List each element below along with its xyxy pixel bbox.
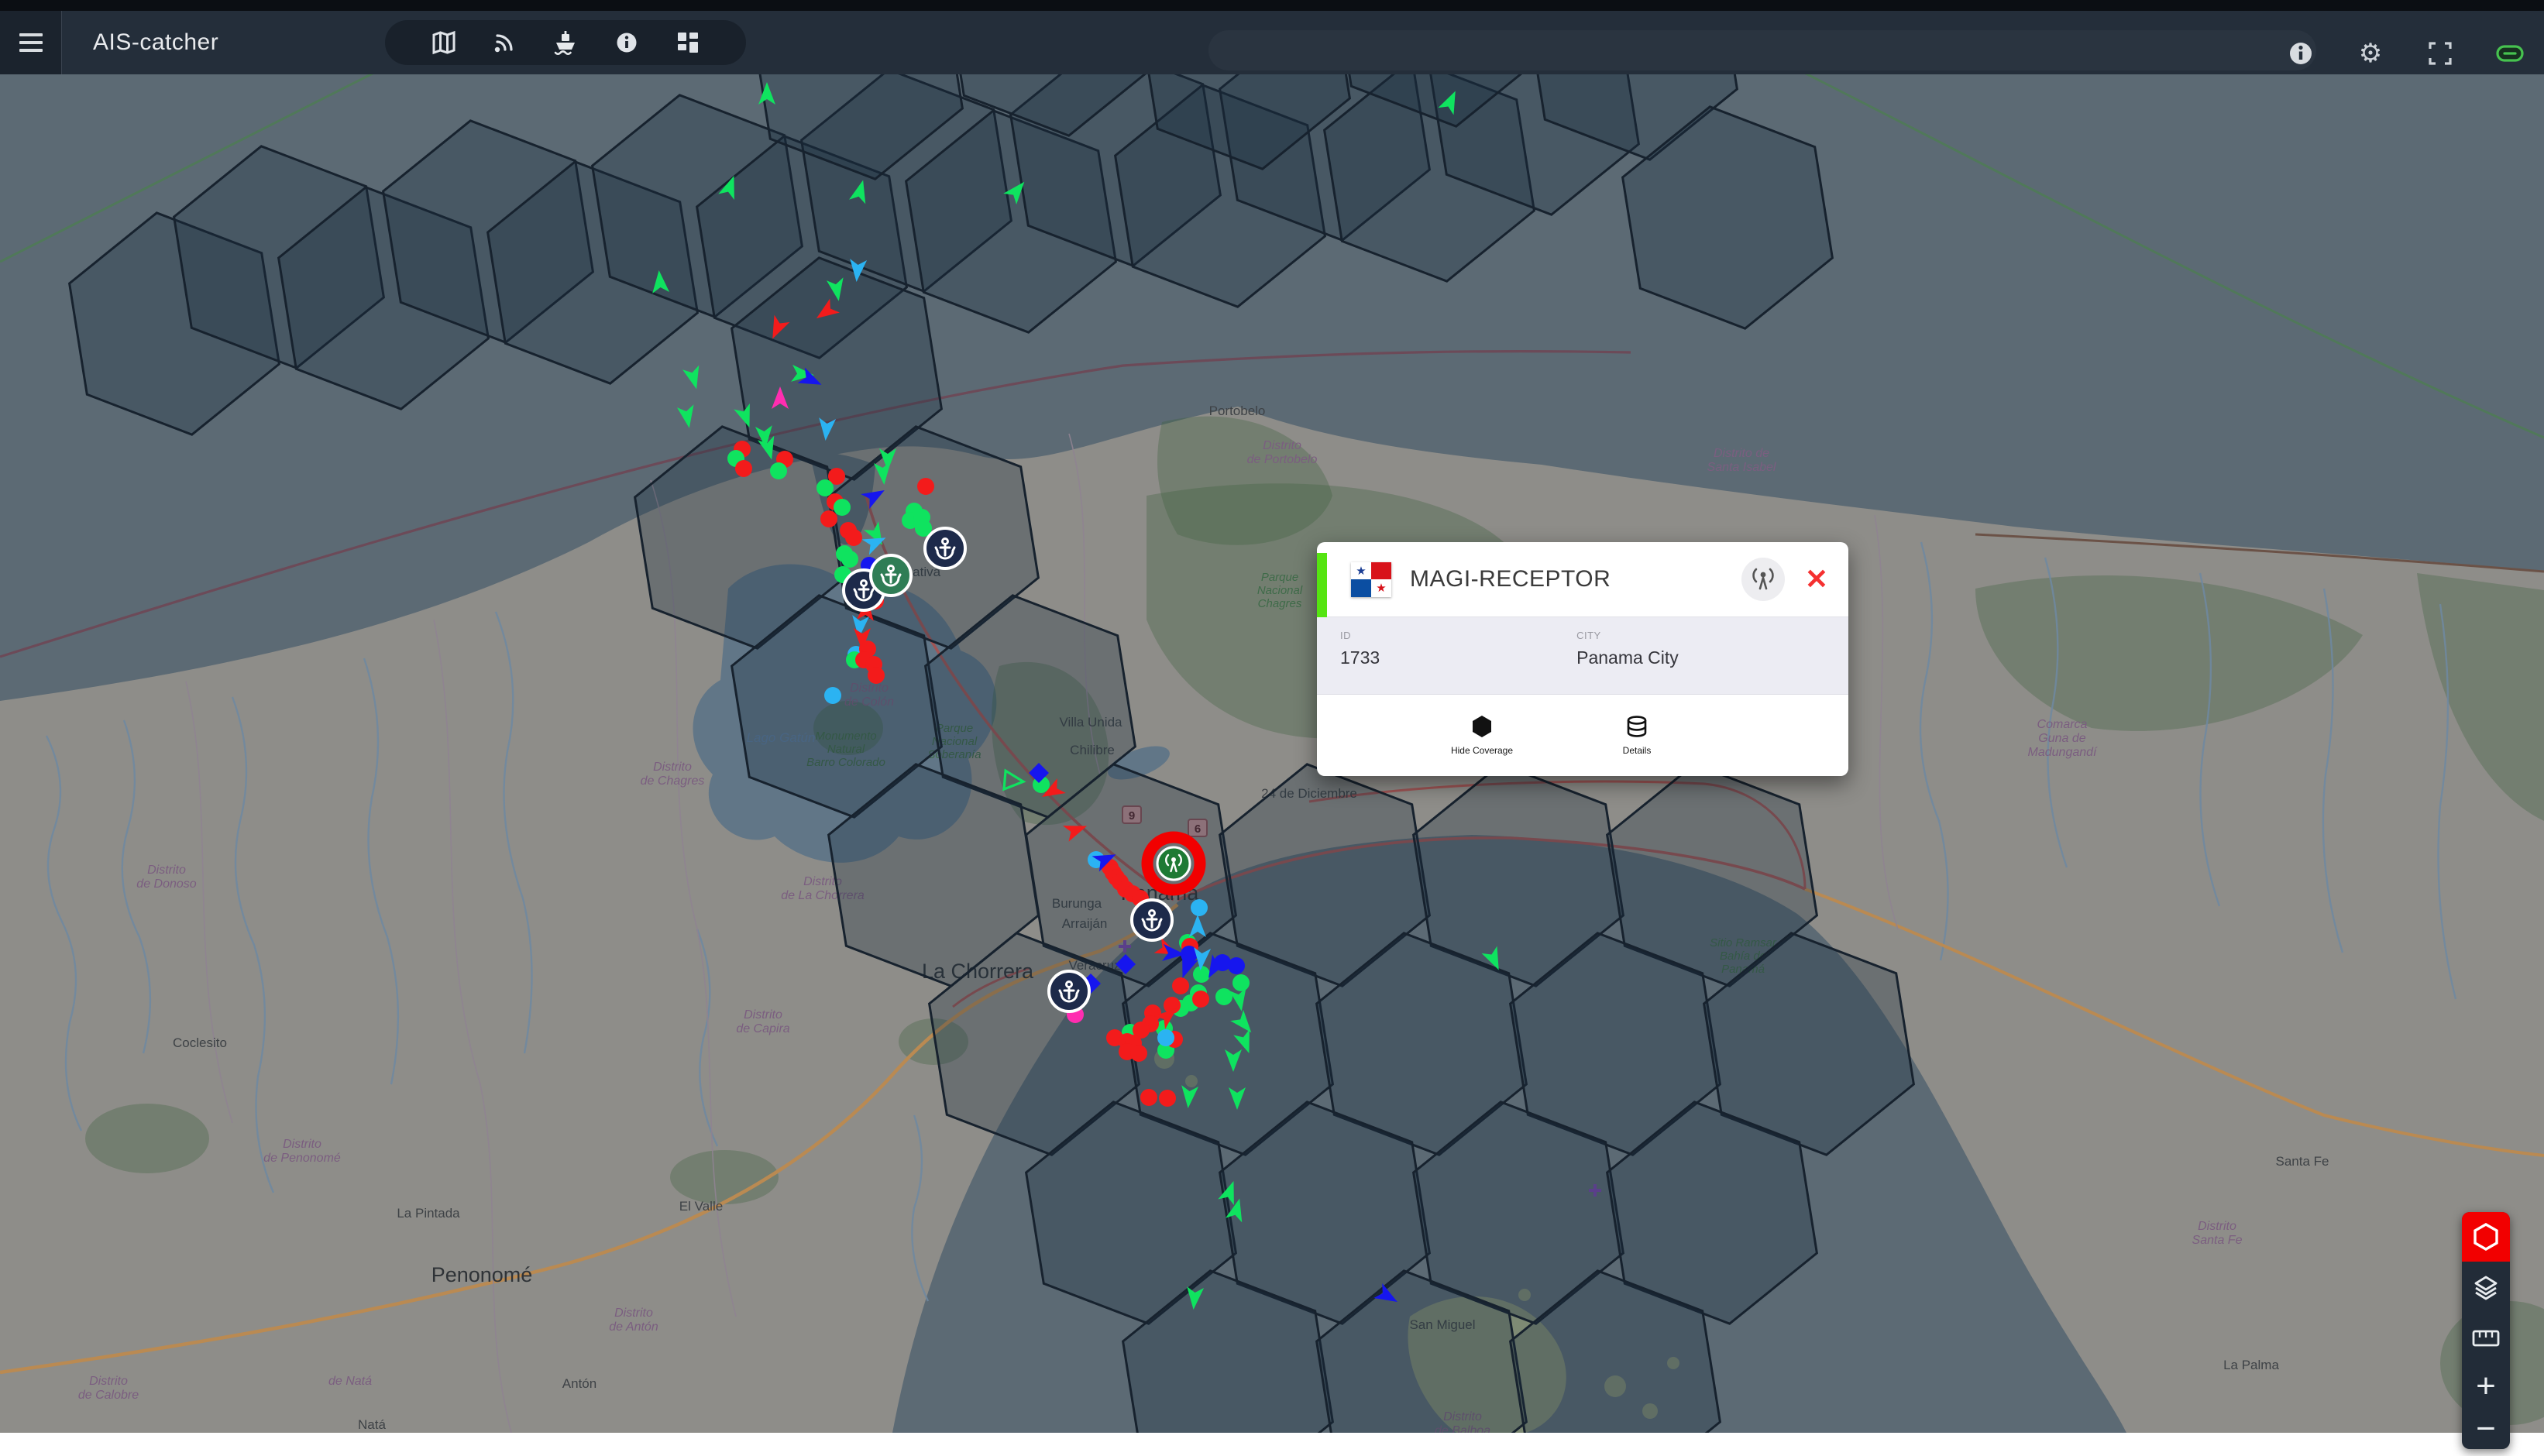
page-bottom-margin: [0, 1433, 2544, 1456]
settings-button[interactable]: ⚙: [2353, 36, 2388, 70]
field-id: ID 1733: [1340, 630, 1576, 680]
map-label: Penonomé: [431, 1263, 533, 1286]
info-icon: [614, 30, 639, 55]
map-label: ParqueNacionalChagres: [1257, 571, 1303, 610]
anchorage-marker[interactable]: [925, 528, 965, 568]
map-label: La Pintada: [397, 1206, 460, 1221]
ship-dot-marker[interactable]: [1130, 1045, 1147, 1062]
ship-dot-marker[interactable]: [841, 551, 858, 568]
signal-icon: [491, 29, 517, 56]
ship-icon: [552, 29, 579, 57]
fullscreen-icon: [2427, 40, 2453, 67]
ship-dot-marker[interactable]: [735, 460, 752, 477]
gear-icon: ⚙: [2359, 40, 2382, 67]
ship-dot-marker[interactable]: [834, 499, 851, 516]
anchorage-marker[interactable]: [1132, 900, 1172, 940]
ship-dot-marker[interactable]: [770, 462, 787, 479]
ship-dot-marker[interactable]: [868, 667, 885, 684]
map-label: Coclesito: [173, 1035, 227, 1050]
top-bar: AIS-catcher: [0, 11, 2544, 74]
ship-dot-marker[interactable]: [1228, 957, 1245, 974]
flag-quadrant: [1371, 562, 1391, 580]
stations-tab-button[interactable]: [489, 27, 520, 58]
header-right-icons: ⚙: [2284, 22, 2527, 85]
antenna-button[interactable]: [1741, 558, 1785, 601]
station-name: MAGI-RECEPTOR: [1410, 566, 1741, 592]
ship-dot-marker[interactable]: [820, 510, 837, 527]
layers-icon: [2470, 1272, 2501, 1303]
ship-dot-marker[interactable]: [1215, 988, 1232, 1005]
ship-dot-marker[interactable]: [1191, 899, 1208, 916]
app-title: AIS-catcher: [93, 29, 218, 56]
map-label: DistritoSanta Fe: [2192, 1220, 2243, 1247]
antenna-icon: [1750, 566, 1776, 592]
ship-dot-marker[interactable]: [1172, 977, 1189, 994]
coverage-toggle-button[interactable]: [2462, 1212, 2510, 1262]
window-top-strip: [0, 0, 2544, 11]
map-label: Antón: [562, 1376, 596, 1391]
measure-button[interactable]: [2462, 1313, 2510, 1364]
ship-dot-marker[interactable]: [1193, 966, 1210, 983]
details-button[interactable]: Details: [1587, 715, 1687, 756]
popup-fields: ID 1733 CITY Panama City: [1317, 617, 1848, 695]
ship-dot-marker[interactable]: [917, 478, 934, 495]
close-icon[interactable]: ✕: [1805, 565, 1828, 593]
map-label: de Natá: [328, 1375, 372, 1388]
anchorage-marker[interactable]: [871, 555, 911, 596]
map-label: Distritode Capira: [736, 1008, 789, 1035]
about-button[interactable]: [2284, 36, 2318, 70]
fullscreen-button[interactable]: [2423, 36, 2457, 70]
hexagon-icon: [1470, 715, 1494, 738]
status-pill: [1208, 30, 2316, 70]
map-label: El Valle: [679, 1199, 723, 1214]
flag-quadrant: ★: [1371, 579, 1391, 597]
ship-dot-marker[interactable]: [1159, 1090, 1176, 1107]
ships-tab-button[interactable]: [550, 27, 581, 58]
map-canvas[interactable]: PortobeloDistritode PortobeloDistrito de…: [0, 0, 2544, 1433]
info-icon: [2287, 39, 2315, 67]
map-icon: [431, 29, 457, 56]
panama-flag-icon: ★ ★: [1351, 562, 1391, 597]
station-popup: ★ ★ MAGI-RECEPTOR ✕ ID 1733: [1317, 542, 1848, 776]
coverage-hexagon-icon: [2471, 1222, 2501, 1252]
ship-dot-marker[interactable]: [845, 529, 862, 546]
ship-dot-marker[interactable]: [1192, 991, 1209, 1008]
map-svg[interactable]: PortobeloDistritode PortobeloDistrito de…: [0, 0, 2544, 1433]
ship-dot-marker[interactable]: [824, 687, 841, 704]
anchorage-marker[interactable]: [1049, 971, 1089, 1011]
ship-dot-marker[interactable]: [1157, 1029, 1174, 1046]
map-label: Distritode Antón: [609, 1307, 658, 1334]
signal-quality-bar: [1317, 553, 1327, 617]
map-toolbar: + −: [2462, 1212, 2510, 1449]
dashboard-tab-button[interactable]: [672, 27, 703, 58]
database-icon: [1625, 715, 1648, 738]
map-label: Portobelo: [1209, 403, 1266, 418]
hamburger-icon: [19, 29, 43, 57]
zoom-out-button[interactable]: −: [2462, 1409, 2510, 1449]
field-city: CITY Panama City: [1576, 630, 1848, 680]
link-icon: [2494, 43, 2525, 64]
map-tab-button[interactable]: [428, 27, 459, 58]
map-label: Distrito deSanta Isabel: [1707, 447, 1776, 474]
dashboard-icon: [676, 30, 700, 55]
hide-coverage-button[interactable]: Hide Coverage: [1432, 715, 1532, 756]
ship-dot-marker[interactable]: [816, 479, 834, 496]
map-label: Santa Fe: [2276, 1154, 2329, 1169]
ruler-icon: [2470, 1322, 2502, 1355]
nav-pill: [385, 20, 746, 65]
info-tab-button[interactable]: [611, 27, 642, 58]
layers-button[interactable]: [2462, 1262, 2510, 1313]
map-label: Natá: [358, 1417, 386, 1432]
menu-button[interactable]: [0, 11, 62, 74]
map-label: La Palma: [2223, 1358, 2279, 1372]
flag-quadrant: ★: [1351, 562, 1371, 580]
popup-actions: Hide Coverage Details: [1317, 695, 1825, 776]
connection-status-button[interactable]: [2493, 36, 2527, 70]
ship-dot-marker[interactable]: [1140, 1089, 1157, 1106]
ship-dot-marker[interactable]: [1232, 974, 1250, 991]
flag-quadrant: [1351, 579, 1371, 597]
zoom-in-button[interactable]: +: [2462, 1364, 2510, 1409]
popup-header: ★ ★ MAGI-RECEPTOR ✕: [1317, 542, 1848, 617]
